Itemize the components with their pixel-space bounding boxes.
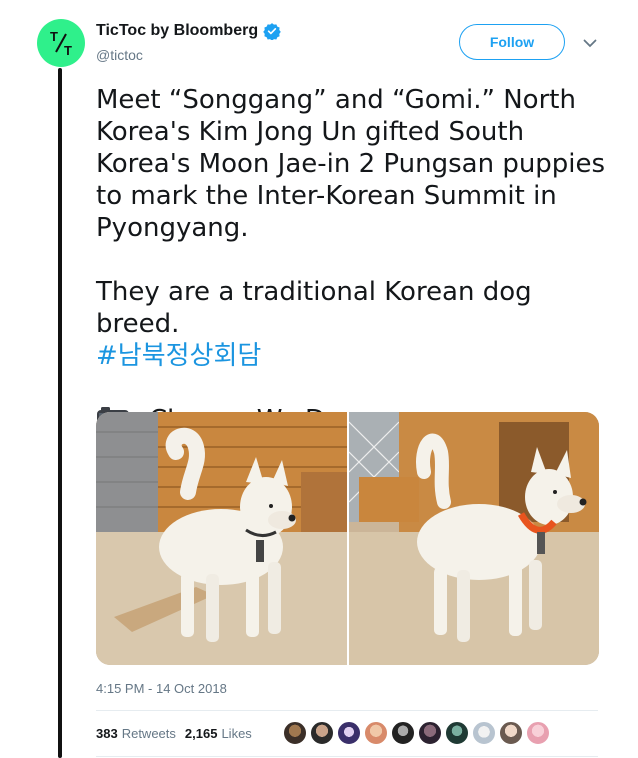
liker-avatar[interactable] [283, 721, 307, 745]
liker-avatars [283, 721, 553, 745]
tweet-paragraph-1: Meet “Songgang” and “Gomi.” North Korea'… [96, 85, 606, 243]
liker-avatar[interactable] [472, 721, 496, 745]
tictoc-logo-icon: T T [50, 29, 72, 58]
media-grid [96, 412, 599, 665]
likes-label: Likes [221, 726, 252, 741]
retweets-count: 383 [96, 726, 118, 741]
tweet-paragraph-2: They are a traditional Korean dog breed. [96, 277, 532, 339]
liker-avatar[interactable] [526, 721, 550, 745]
liker-avatar[interactable] [499, 721, 523, 745]
liker-avatar[interactable] [337, 721, 361, 745]
svg-text:T: T [64, 43, 72, 58]
display-name[interactable]: TicToc by Bloomberg [96, 22, 258, 40]
author-name-row: TicToc by Bloomberg [96, 22, 281, 40]
photo-1[interactable] [96, 412, 347, 665]
svg-text:T: T [50, 29, 58, 44]
hashtag-link[interactable]: #남북정상회담 [96, 340, 616, 372]
liker-avatar[interactable] [310, 721, 334, 745]
thread-line [58, 68, 62, 758]
liker-avatar[interactable] [418, 721, 442, 745]
likes-count: 2,165 [184, 726, 218, 741]
avatar[interactable]: T T [37, 19, 85, 67]
verified-badge-icon [263, 23, 281, 40]
dog-photo-left [96, 412, 347, 665]
retweets-stat[interactable]: 383 Retweets [96, 726, 176, 741]
tweet-text: Meet “Songgang” and “Gomi.” North Korea'… [96, 84, 616, 436]
tweet-stats: 383 Retweets 2,165 Likes [96, 726, 261, 741]
retweets-label: Retweets [121, 726, 176, 741]
dog-photo-right [349, 412, 599, 665]
photo-2[interactable] [349, 412, 599, 665]
divider [96, 710, 598, 711]
tweet-timestamp[interactable]: 4:15 PM - 14 Oct 2018 [96, 681, 227, 696]
follow-button[interactable]: Follow [459, 24, 565, 60]
liker-avatar[interactable] [445, 721, 469, 745]
liker-avatar[interactable] [364, 721, 388, 745]
likes-stat[interactable]: 2,165 Likes [185, 726, 252, 741]
handle[interactable]: @tictoc [96, 47, 143, 63]
liker-avatar[interactable] [391, 721, 415, 745]
divider [96, 756, 598, 757]
chevron-down-icon[interactable] [580, 36, 600, 50]
